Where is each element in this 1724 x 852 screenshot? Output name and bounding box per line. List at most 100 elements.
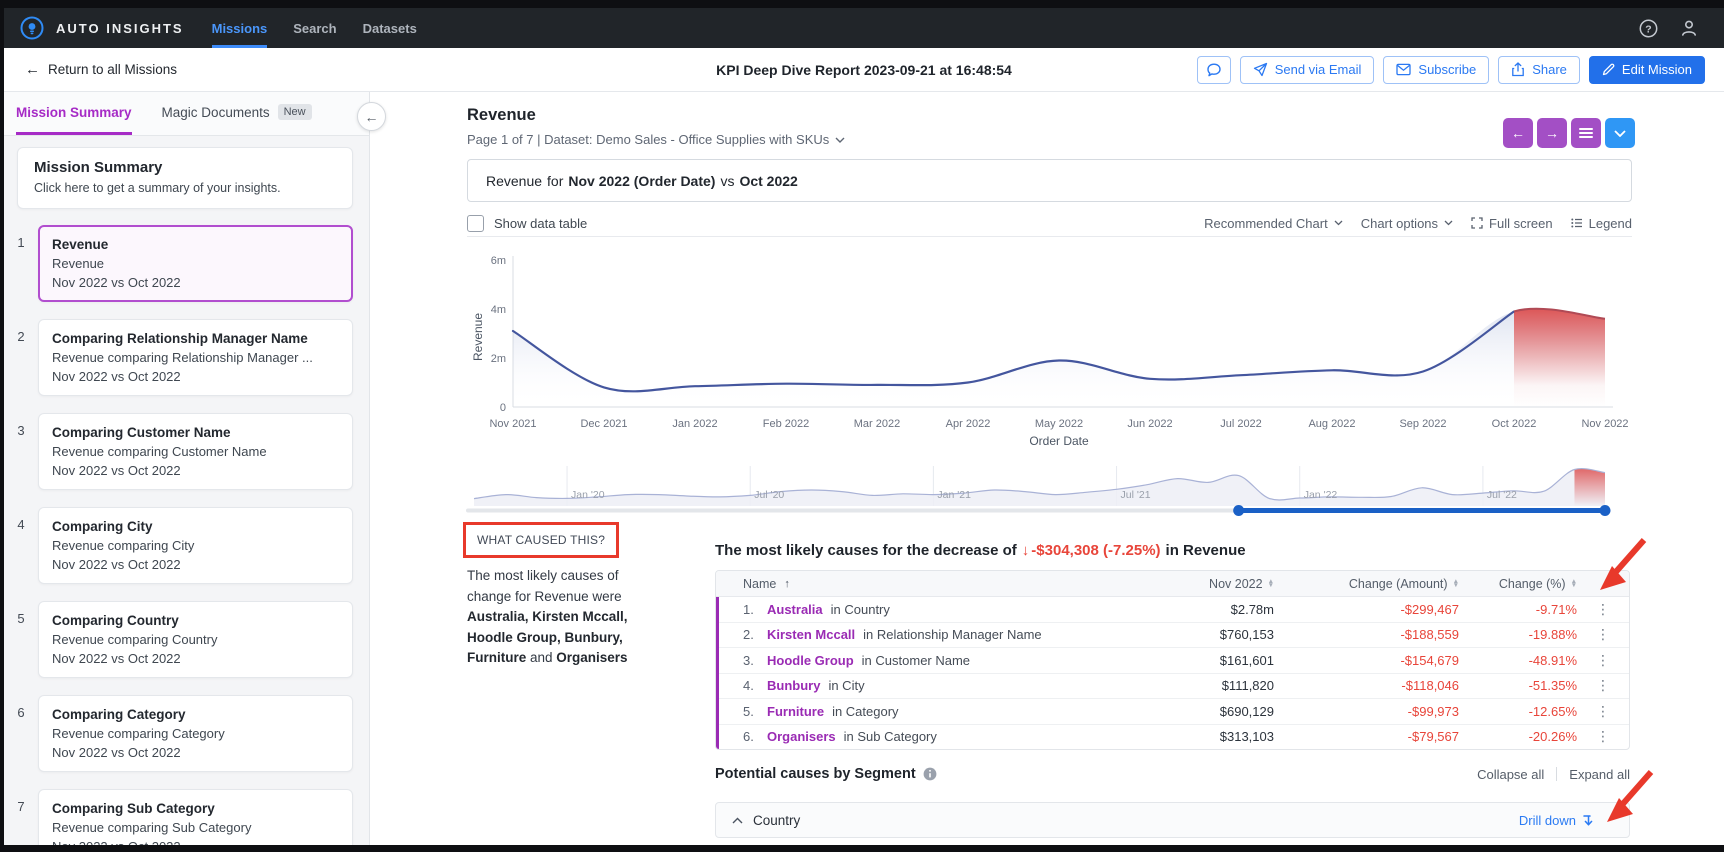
row-menu-kebab-icon[interactable]: ⋮	[1577, 703, 1629, 720]
filter-summary-bar[interactable]: Revenue for Nov 2022 (Order Date) vs Oct…	[467, 159, 1632, 202]
report-title: KPI Deep Dive Report 2023-09-21 at 16:48…	[716, 62, 1012, 78]
subscribe-button[interactable]: Subscribe	[1383, 56, 1489, 84]
mission-item-1: 1 Revenue Revenue Nov 2022 vs Oct 2022	[4, 225, 353, 302]
table-row: 2.Kirsten Mccallin Relationship Manager …	[716, 622, 1629, 648]
svg-text:4m: 4m	[491, 304, 506, 316]
sidebar-collapse-button[interactable]: ←	[357, 102, 386, 131]
mission-card-category[interactable]: Comparing Category Revenue comparing Cat…	[38, 695, 353, 772]
svg-text:Jul '22: Jul '22	[1487, 489, 1517, 501]
row-menu-kebab-icon[interactable]: ⋮	[1577, 601, 1629, 618]
collapse-all-button[interactable]: Collapse all	[1477, 767, 1544, 782]
legend-button[interactable]: Legend	[1571, 216, 1632, 231]
recommended-chart-dropdown[interactable]: Recommended Chart	[1204, 216, 1343, 231]
mission-card-country[interactable]: Comparing Country Revenue comparing Coun…	[38, 601, 353, 678]
cause-link[interactable]: Kirsten Mccall	[767, 627, 855, 642]
nav-tab-datasets[interactable]: Datasets	[363, 8, 417, 48]
nav-tab-search[interactable]: Search	[293, 8, 336, 48]
row-menu-kebab-icon[interactable]: ⋮	[1577, 728, 1629, 745]
column-header-change-amount[interactable]: Change (Amount) ▲▼	[1274, 577, 1459, 591]
column-header-change-pct[interactable]: Change (%) ▲▼	[1459, 577, 1577, 591]
cause-link[interactable]: Australia	[767, 602, 823, 617]
mission-item-2: 2 Comparing Relationship Manager Name Re…	[4, 319, 353, 396]
mission-card-customer-name[interactable]: Comparing Customer Name Revenue comparin…	[38, 413, 353, 490]
brand-name: AUTO INSIGHTS	[56, 21, 184, 36]
chevron-up-icon[interactable]	[732, 817, 743, 824]
previous-page-button[interactable]: ←	[1503, 118, 1533, 148]
expand-all-button[interactable]: Expand all	[1569, 767, 1630, 782]
nav-tab-missions[interactable]: Missions	[212, 8, 268, 48]
mission-item-3: 3 Comparing Customer Name Revenue compar…	[4, 413, 353, 490]
edit-mission-button[interactable]: Edit Mission	[1589, 56, 1705, 84]
svg-text:Nov 2021: Nov 2021	[489, 418, 536, 430]
page-navigation: ← →	[1503, 118, 1635, 148]
share-button[interactable]: Share	[1498, 56, 1580, 84]
next-page-button[interactable]: →	[1537, 118, 1567, 148]
back-arrow-icon: ←	[25, 61, 40, 78]
mission-card-revenue[interactable]: Revenue Revenue Nov 2022 vs Oct 2022	[38, 225, 353, 302]
send-via-email-button[interactable]: Send via Email	[1240, 56, 1375, 84]
svg-text:Jan '20: Jan '20	[571, 489, 605, 501]
svg-text:Revenue: Revenue	[471, 313, 485, 361]
svg-text:?: ?	[1645, 23, 1651, 35]
table-row: 4.Bunburyin City $111,820 -$118,046 -51.…	[716, 673, 1629, 699]
full-screen-button[interactable]: Full screen	[1471, 216, 1553, 231]
back-to-missions-link[interactable]: ← Return to all Missions	[25, 61, 177, 78]
mission-card-relationship-manager[interactable]: Comparing Relationship Manager Name Reve…	[38, 319, 353, 396]
svg-text:Jan '22: Jan '22	[1304, 489, 1338, 501]
svg-text:0: 0	[500, 402, 506, 414]
info-icon[interactable]	[923, 767, 937, 781]
causes-table-body: 1.Australiain Country $2.78m -$299,467 -…	[716, 597, 1629, 749]
tab-magic-documents[interactable]: Magic Documents New	[162, 92, 312, 135]
segments-header: Potential causes by Segment Collapse all…	[715, 766, 1630, 782]
summary-card-title: Mission Summary	[34, 159, 336, 176]
page-menu-button[interactable]	[1571, 118, 1601, 148]
svg-text:Jan 2022: Jan 2022	[672, 418, 717, 430]
svg-text:Feb 2022: Feb 2022	[763, 418, 809, 430]
decrease-value: ↓ -$304,308 (-7.25%)	[1022, 542, 1161, 559]
column-header-name[interactable]: Name ↑	[716, 577, 1124, 591]
cause-link[interactable]: Hoodle Group	[767, 653, 854, 668]
help-icon[interactable]: ?	[1639, 19, 1658, 38]
mission-card-sub-category[interactable]: Comparing Sub Category Revenue comparing…	[38, 789, 353, 845]
user-profile-icon[interactable]	[1680, 19, 1698, 37]
tab-mission-summary[interactable]: Mission Summary	[16, 92, 132, 135]
show-data-table-label: Show data table	[494, 216, 587, 231]
svg-text:Order Date: Order Date	[1029, 434, 1089, 448]
svg-text:Jan '21: Jan '21	[937, 489, 971, 501]
scrubber-svg[interactable]: Jan '20Jul '20Jan '21Jul '21Jan '22Jul '…	[466, 464, 1632, 516]
drill-down-link[interactable]: Drill down	[1519, 813, 1595, 828]
svg-text:Sep 2022: Sep 2022	[1399, 418, 1446, 430]
svg-text:Aug 2022: Aug 2022	[1308, 418, 1355, 430]
row-menu-kebab-icon[interactable]: ⋮	[1577, 677, 1629, 694]
mission-item-7: 7 Comparing Sub Category Revenue compari…	[4, 789, 353, 845]
row-menu-kebab-icon[interactable]: ⋮	[1577, 626, 1629, 643]
cause-link[interactable]: Furniture	[767, 704, 824, 719]
comment-button[interactable]	[1197, 56, 1231, 84]
chart-options-dropdown[interactable]: Chart options	[1361, 216, 1453, 231]
cause-link[interactable]: Bunbury	[767, 678, 820, 693]
show-data-table-checkbox[interactable]	[467, 215, 484, 232]
svg-text:May 2022: May 2022	[1035, 418, 1083, 430]
top-nav: AUTO INSIGHTS Missions Search Datasets ?	[4, 8, 1724, 48]
row-menu-kebab-icon[interactable]: ⋮	[1577, 652, 1629, 669]
nav-tabs: Missions Search Datasets	[212, 8, 417, 48]
cause-link[interactable]: Organisers	[767, 729, 836, 744]
share-icon	[1511, 62, 1525, 77]
mission-card-city[interactable]: Comparing City Revenue comparing City No…	[38, 507, 353, 584]
column-header-nov-2022[interactable]: Nov 2022 ▲▼	[1124, 577, 1274, 591]
segment-country-row[interactable]: Country Drill down	[715, 802, 1630, 838]
header-actions: Send via Email Subscribe Share Edit Miss…	[1197, 56, 1705, 84]
page-dropdown-button[interactable]	[1605, 118, 1635, 148]
segments-title: Potential causes by Segment	[715, 766, 937, 782]
insight-paragraph: The most likely causes of change for Rev…	[467, 566, 664, 669]
mission-summary-card[interactable]: Mission Summary Click here to get a summ…	[17, 147, 353, 209]
table-row: 1.Australiain Country $2.78m -$299,467 -…	[716, 597, 1629, 622]
auto-insights-logo-icon	[20, 16, 44, 40]
nav-right: ?	[1639, 19, 1708, 38]
revenue-chart-svg: 02m4m6mRevenueNov 2021Dec 2021Jan 2022Fe…	[466, 242, 1632, 452]
time-range-scrubber[interactable]: Jan '20Jul '20Jan '21Jul '21Jan '22Jul '…	[466, 464, 1632, 516]
page-meta[interactable]: Page 1 of 7 | Dataset: Demo Sales - Offi…	[467, 132, 845, 147]
legend-icon	[1571, 218, 1583, 228]
svg-text:Apr 2022: Apr 2022	[946, 418, 991, 430]
segments-actions: Collapse all Expand all	[1477, 767, 1630, 782]
